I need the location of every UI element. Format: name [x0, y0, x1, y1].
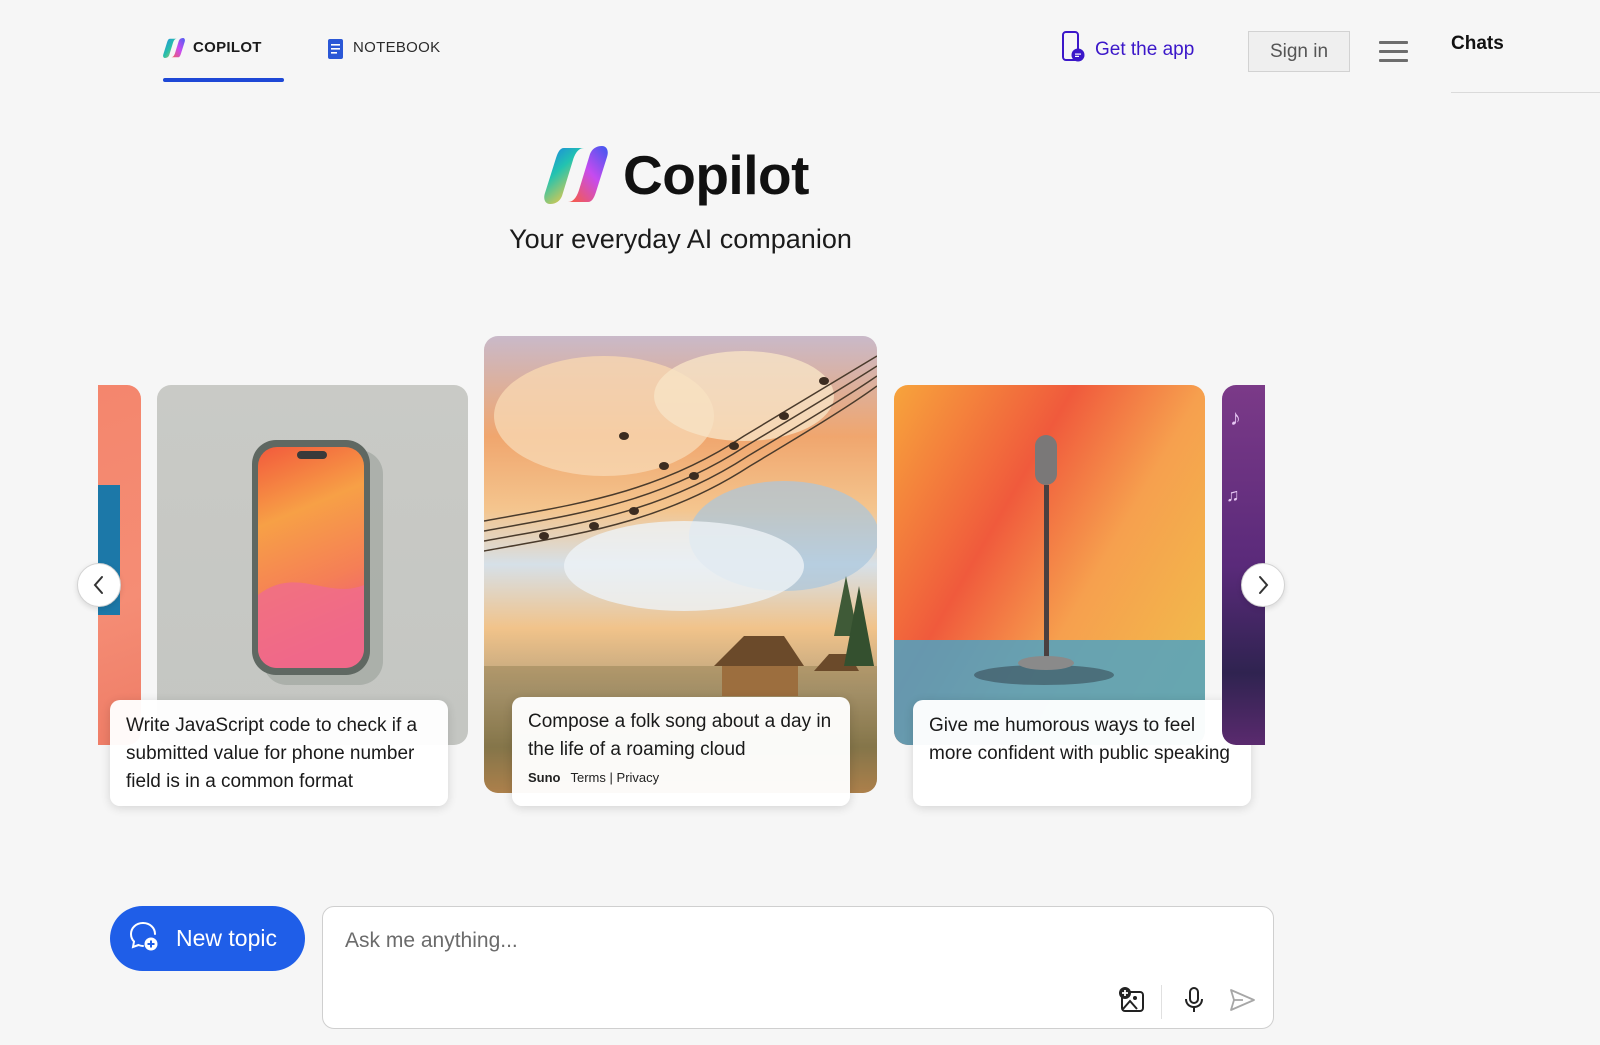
- card-microphone-image[interactable]: [894, 385, 1205, 745]
- prompt-text: Give me humorous ways to feel more confi…: [929, 715, 1231, 764]
- copilot-logo-icon: [544, 146, 608, 204]
- chat-input[interactable]: [343, 927, 1227, 965]
- get-the-app-link[interactable]: Get the app: [1061, 31, 1195, 69]
- phone-illustration-icon: [252, 440, 383, 685]
- new-topic-button[interactable]: New topic: [110, 906, 305, 971]
- composer-divider: [1161, 985, 1162, 1019]
- menu-icon[interactable]: [1379, 41, 1409, 63]
- get-the-app-label: Get the app: [1095, 39, 1195, 60]
- prompt-card-folk-song[interactable]: Compose a folk song about a day in the l…: [512, 697, 850, 806]
- send-icon[interactable]: [1227, 985, 1257, 1015]
- prompt-text: Compose a folk song about a day in the l…: [528, 711, 832, 760]
- chats-heading: Chats: [1451, 33, 1504, 54]
- music-note-icon: ♫: [1226, 485, 1240, 505]
- copilot-logo-icon: [163, 38, 185, 62]
- sign-in-button[interactable]: Sign in: [1248, 31, 1350, 72]
- privacy-link[interactable]: Privacy: [617, 770, 660, 785]
- microphone-illustration-icon: [894, 435, 1205, 745]
- chat-input-box[interactable]: [322, 906, 1274, 1029]
- microphone-icon[interactable]: [1179, 985, 1209, 1015]
- new-chat-icon: [128, 920, 160, 958]
- chevron-right-icon: [1259, 576, 1269, 594]
- link-separator: |: [609, 770, 613, 785]
- suno-attribution: Suno Terms | Privacy: [528, 770, 834, 786]
- new-topic-label: New topic: [176, 925, 277, 951]
- tab-copilot-label: COPILOT: [193, 39, 262, 56]
- tab-notebook[interactable]: NOTEBOOK: [327, 38, 440, 82]
- card-phone-image[interactable]: [157, 385, 468, 745]
- prompt-text: Write JavaScript code to check if a subm…: [126, 715, 418, 792]
- tab-copilot[interactable]: COPILOT: [163, 38, 284, 82]
- chevron-left-icon: [93, 576, 103, 594]
- add-image-icon[interactable]: [1117, 985, 1147, 1015]
- page-subtitle: Your everyday AI companion: [509, 224, 852, 254]
- prompt-card-public-speaking[interactable]: Give me humorous ways to feel more confi…: [913, 700, 1251, 806]
- prompt-card-javascript[interactable]: Write JavaScript code to check if a subm…: [110, 700, 448, 806]
- suno-brand: Suno: [528, 770, 561, 785]
- carousel-prev-button[interactable]: [77, 563, 121, 607]
- terms-link[interactable]: Terms: [571, 770, 606, 785]
- carousel-next-button[interactable]: [1241, 563, 1285, 607]
- page-title: Copilot: [623, 144, 809, 206]
- notebook-icon: [327, 38, 345, 64]
- mobile-app-icon: [1061, 31, 1085, 69]
- music-note-icon: ♪: [1230, 405, 1241, 430]
- chats-divider: [1451, 92, 1600, 93]
- tab-notebook-label: NOTEBOOK: [353, 39, 441, 56]
